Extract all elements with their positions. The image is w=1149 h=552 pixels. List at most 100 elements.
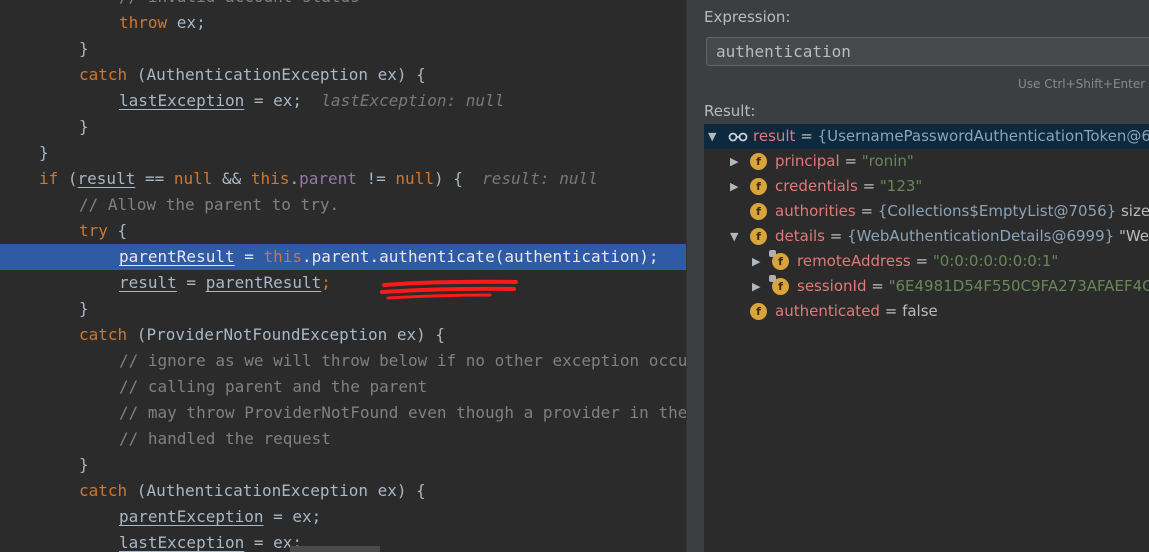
private-field-icon: f	[769, 275, 789, 295]
code-token: null	[173, 169, 213, 188]
watch-glasses-icon	[728, 132, 748, 142]
equals-sign: =	[855, 202, 878, 220]
tree-node-principal[interactable]: ▶ f principal = "ronin"	[704, 149, 1149, 174]
code-token: try	[79, 221, 108, 240]
code-editor[interactable]: // invalid account status throw ex;} catch…	[0, 0, 686, 552]
variable-value: {WebAuthenticationDetails@6999}	[847, 227, 1115, 245]
code-token: }	[39, 143, 49, 162]
code-line[interactable]: parentException = ex;	[0, 504, 686, 530]
expand-arrow-down-icon[interactable]: ▼	[708, 124, 720, 149]
code-line[interactable]: }	[0, 296, 686, 322]
equals-sign: =	[839, 152, 862, 170]
tree-node-text: principal = "ronin"	[775, 149, 914, 174]
variable-value: "6E4981D54F550C9FA273AFAEF4CE6..."	[888, 277, 1149, 295]
inline-value-hint: result: null	[462, 169, 598, 188]
equals-sign: =	[910, 252, 933, 270]
code-token: .	[289, 169, 300, 188]
tree-node-result[interactable]: ▼ result = {UsernamePasswordAuthenticatio…	[704, 124, 1149, 149]
code-token: =	[234, 247, 264, 266]
code-token: // handled the request	[119, 429, 331, 448]
code-line[interactable]: try {	[0, 218, 686, 244]
equals-sign: =	[795, 127, 818, 145]
code-token: null	[395, 169, 434, 188]
code-token: // Allow the parent to try.	[79, 195, 340, 214]
code-line[interactable]: }	[0, 36, 686, 62]
code-token: (AuthenticationException ex) {	[127, 481, 426, 500]
code-token: result	[77, 169, 136, 188]
tree-node-sessionId[interactable]: ▶ f sessionId = "6E4981D54F550C9FA273AFAEF…	[704, 274, 1149, 299]
code-line[interactable]: catch (ProviderNotFoundException ex) {	[0, 322, 686, 348]
code-token: lastException	[119, 533, 245, 552]
variable-name: remoteAddress	[797, 252, 911, 270]
execution-line[interactable]: parentResult = this.parent.authenticate(…	[0, 244, 686, 270]
expand-arrow-right-icon[interactable]: ▶	[730, 174, 742, 199]
code-token: .	[302, 247, 312, 266]
variable-extra: size = 0	[1120, 202, 1149, 220]
expression-label: Expression:	[704, 8, 791, 26]
tree-node-authorities[interactable]: f authorities = {Collections$EmptyList@70…	[704, 199, 1149, 224]
code-line[interactable]: throw ex;	[0, 10, 686, 36]
code-token: =	[176, 273, 206, 292]
tree-node-remoteAddress[interactable]: ▶ f remoteAddress = "0:0:0:0:0:0:0:1"	[704, 249, 1149, 274]
field-icon: f	[750, 203, 767, 220]
code-token: this	[250, 169, 290, 188]
variable-name: details	[775, 227, 825, 245]
field-icon: f	[750, 178, 767, 195]
variable-name: sessionId	[797, 277, 867, 295]
variable-value: false	[902, 302, 938, 320]
code-token: (AuthenticationException ex) {	[127, 65, 426, 84]
lock-icon	[769, 250, 776, 257]
expand-arrow-right-icon[interactable]: ▶	[752, 249, 764, 274]
horizontal-scroll-thumb[interactable]	[290, 546, 380, 552]
code-token: parent	[299, 169, 357, 188]
tree-node-text: sessionId = "6E4981D54F550C9FA273AFAEF4C…	[797, 274, 1149, 299]
code-token: = ex;	[244, 91, 303, 110]
code-line[interactable]: catch (AuthenticationException ex) {	[0, 478, 686, 504]
code-token: }	[79, 117, 89, 136]
tree-node-text: result = {UsernamePasswordAuthentication…	[753, 124, 1149, 149]
code-line[interactable]: // invalid account status	[0, 0, 686, 10]
code-line[interactable]: }	[0, 114, 686, 140]
code-token: catch	[79, 481, 128, 500]
tree-node-authenticated[interactable]: f authenticated = false	[704, 299, 1149, 324]
code-line[interactable]: // ignore as we will throw below if no o…	[0, 348, 686, 374]
code-token: this	[263, 247, 303, 266]
variable-value: {Collections$EmptyList@7056}	[877, 202, 1117, 220]
variable-name: authenticated	[775, 302, 880, 320]
code-token: ) {	[433, 169, 463, 188]
result-label: Result:	[704, 102, 756, 120]
code-line[interactable]: }	[0, 140, 686, 166]
code-line[interactable]: // may throw ProviderNotFound even thoug…	[0, 400, 686, 426]
code-line[interactable]: result = parentResult;	[0, 270, 686, 296]
tree-node-credentials[interactable]: ▶ f credentials = "123"	[704, 174, 1149, 199]
code-token: = ex;	[263, 507, 322, 526]
code-token: // ignore as we will throw below if no o…	[119, 351, 686, 370]
code-token: parentResult	[119, 247, 235, 266]
field-icon: f	[750, 228, 767, 245]
expression-input[interactable]	[706, 37, 1149, 66]
code-line[interactable]: if (result == null && this.parent != nul…	[0, 166, 686, 192]
code-line[interactable]: // Allow the parent to try.	[0, 192, 686, 218]
code-line[interactable]: // handled the request	[0, 426, 686, 452]
code-line[interactable]: catch (AuthenticationException ex) {	[0, 62, 686, 88]
tree-node-details[interactable]: ▼ f details = {WebAuthenticationDetails@69…	[704, 224, 1149, 249]
code-token: catch	[79, 325, 128, 344]
inline-value-hint: lastException: null	[302, 91, 505, 110]
code-token: }	[79, 299, 89, 318]
variable-value: "123"	[879, 177, 923, 195]
code-line[interactable]: lastException = ex; lastException: null	[0, 88, 686, 114]
code-line[interactable]: }	[0, 452, 686, 478]
code-line[interactable]: // calling parent and the parent	[0, 374, 686, 400]
expand-arrow-right-icon[interactable]: ▶	[752, 274, 764, 299]
code-token: ==	[135, 169, 174, 188]
field-icon: f	[750, 303, 767, 320]
tree-node-text: details = {WebAuthenticationDetails@6999…	[775, 224, 1149, 249]
variable-extra: "WebAuthenticationDetails@..."	[1118, 227, 1149, 245]
code-token: ;	[321, 273, 331, 292]
expand-arrow-down-icon[interactable]: ▼	[730, 224, 742, 249]
code-token: // may throw ProviderNotFound even thoug…	[119, 403, 686, 422]
code-token: }	[79, 455, 89, 474]
result-tree[interactable]: ▼ result = {UsernamePasswordAuthenticatio…	[704, 124, 1149, 552]
expand-arrow-right-icon[interactable]: ▶	[730, 149, 742, 174]
evaluate-expression-panel: Expression: Use Ctrl+Shift+Enter to add …	[686, 0, 1149, 552]
